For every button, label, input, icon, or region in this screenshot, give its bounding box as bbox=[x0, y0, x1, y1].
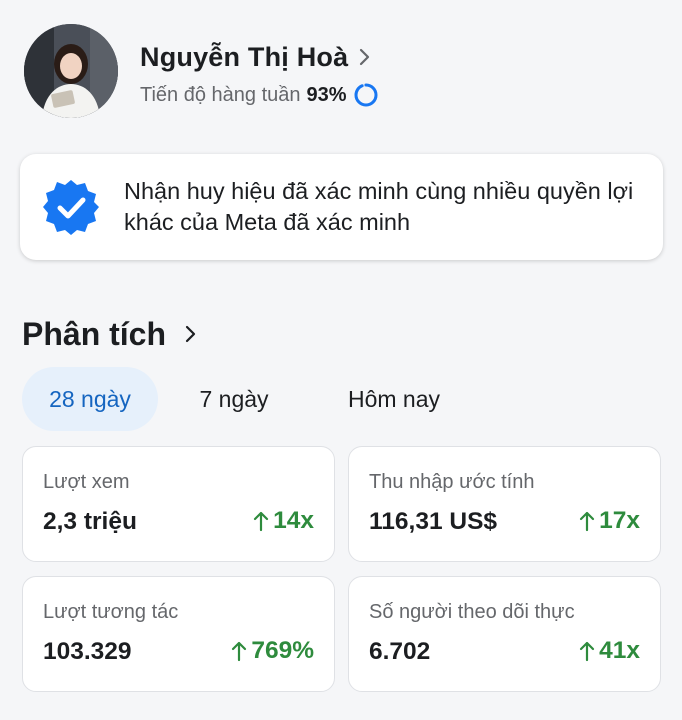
stat-label: Thu nhập ước tính bbox=[369, 471, 535, 493]
weekly-progress-label: Tiến độ hàng tuần bbox=[140, 83, 301, 106]
tab-today[interactable]: Hôm nay bbox=[310, 367, 478, 431]
avatar[interactable] bbox=[24, 24, 118, 118]
arrow-up-icon bbox=[254, 511, 269, 532]
stat-card-estimated-earnings[interactable]: Thu nhập ước tính 116,31 US$ 17x bbox=[348, 446, 661, 562]
profile-name-link[interactable]: Nguyễn Thị Hoà bbox=[140, 40, 372, 74]
stat-label: Lượt xem bbox=[43, 471, 130, 493]
stat-change-value: 769% bbox=[251, 637, 314, 664]
tab-28-days[interactable]: 28 ngày bbox=[22, 367, 158, 431]
stat-value: 2,3 triệu bbox=[43, 508, 137, 535]
stat-label: Số người theo dõi thực bbox=[369, 601, 575, 623]
verified-banner-text: Nhận huy hiệu đã xác minh cùng nhiều quy… bbox=[124, 178, 634, 235]
stat-label: Lượt tương tác bbox=[43, 601, 179, 623]
arrow-up-icon bbox=[580, 641, 595, 662]
stat-card-views[interactable]: Lượt xem 2,3 triệu 14x bbox=[22, 446, 335, 562]
analytics-title: Phân tích bbox=[22, 315, 167, 352]
progress-ring-icon bbox=[354, 83, 378, 107]
stat-change: 41x bbox=[579, 637, 640, 665]
verified-badge-icon bbox=[43, 180, 99, 235]
verified-banner[interactable]: Nhận huy hiệu đã xác minh cùng nhiều quy… bbox=[20, 154, 663, 260]
analytics-header[interactable]: Phân tích bbox=[22, 313, 198, 355]
chevron-right-icon bbox=[185, 325, 196, 343]
stat-change-value: 17x bbox=[599, 507, 640, 534]
weekly-progress-value: 93% bbox=[306, 83, 347, 106]
stat-value: 116,31 US$ bbox=[369, 508, 498, 535]
profile-header: Nguyễn Thị Hoà Tiến độ hàng tuần 93% bbox=[24, 24, 664, 120]
tab-7-days[interactable]: 7 ngày bbox=[158, 367, 310, 431]
stat-change-value: 41x bbox=[599, 637, 640, 664]
page: Nguyễn Thị Hoà Tiến độ hàng tuần 93% Nhậ… bbox=[0, 0, 682, 720]
stat-change-value: 14x bbox=[273, 507, 314, 534]
profile-name: Nguyễn Thị Hoà bbox=[140, 41, 349, 72]
stat-card-net-followers[interactable]: Số người theo dõi thực 6.702 41x bbox=[348, 576, 661, 692]
date-range-tabs: 28 ngày 7 ngày Hôm nay bbox=[22, 367, 478, 431]
arrow-up-icon bbox=[580, 511, 595, 532]
stat-card-engagements[interactable]: Lượt tương tác 103.329 769% bbox=[22, 576, 335, 692]
stat-change: 17x bbox=[579, 507, 640, 535]
stat-change: 769% bbox=[231, 637, 314, 665]
weekly-progress: Tiến độ hàng tuần 93% bbox=[140, 80, 379, 110]
stat-value: 6.702 bbox=[369, 638, 431, 665]
avatar-photo bbox=[24, 24, 118, 118]
stat-value: 103.329 bbox=[43, 638, 132, 665]
chevron-right-icon bbox=[360, 48, 370, 66]
arrow-up-icon bbox=[232, 641, 247, 662]
stat-change: 14x bbox=[253, 507, 314, 535]
